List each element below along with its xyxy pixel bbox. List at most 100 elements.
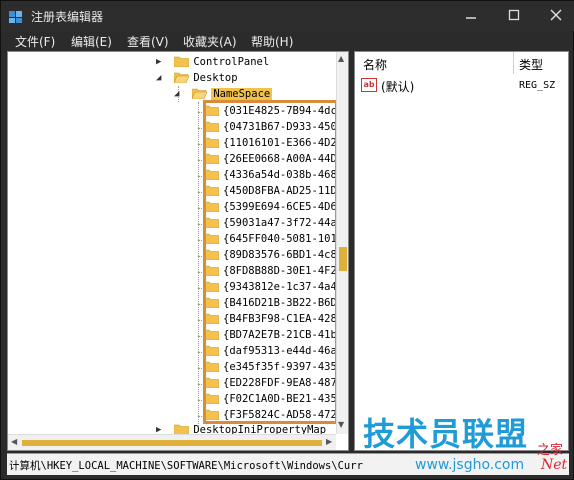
tree-item-label: {F3F5824C-AD58-472 [223, 409, 337, 421]
tree-item-guid[interactable]: {9343812e-1c37-4a4 [204, 280, 337, 296]
menu-view[interactable]: 查看(V) [127, 33, 169, 50]
menu-file[interactable]: 文件(F) [15, 33, 55, 50]
tree-item-guid[interactable]: {26EE0668-A00A-44D [204, 152, 337, 168]
tree-item-guid[interactable]: {e345f35f-9397-435 [204, 360, 337, 376]
tree-guide-line [198, 176, 204, 177]
tree-guide-line [198, 224, 204, 225]
horizontal-scroll-thumb[interactable] [22, 440, 322, 446]
folder-icon [204, 153, 219, 164]
tree-item-guid[interactable]: {daf95313-e44d-46a [204, 344, 337, 360]
tree-item-label: {5399E694-6CE5-4D6 [223, 201, 337, 213]
tree-guide-line [198, 272, 204, 273]
folder-icon [204, 105, 219, 116]
tree-item-label: {BD7A2E7B-21CB-41b [223, 329, 337, 341]
tree-item-guid[interactable]: {8FD8B88D-30E1-4F2 [204, 264, 337, 280]
tree-item-label: {B4FB3F98-C1EA-428 [223, 313, 337, 325]
registry-key-tree[interactable]: ▶ ControlPanel ◢ Desktop ◢ NameSpace {03… [7, 51, 349, 451]
tree-item-controlpanel[interactable]: ▶ ControlPanel [156, 55, 269, 71]
folder-icon [204, 265, 219, 276]
open-folder-icon [192, 88, 208, 99]
folder-icon [174, 56, 190, 67]
tree-item-guid[interactable]: {59031a47-3f72-44a [204, 216, 337, 232]
close-button[interactable] [541, 1, 571, 29]
tree-guide-line [198, 352, 204, 353]
tree-item-guid[interactable]: {F02C1A0D-BE21-435 [204, 392, 337, 408]
folder-icon [204, 345, 219, 356]
value-name: (默认) [381, 80, 415, 94]
tree-item-guid[interactable]: {B4FB3F98-C1EA-428 [204, 312, 337, 328]
scroll-right-arrow-icon[interactable]: ▶ [326, 437, 332, 446]
scroll-up-arrow-icon[interactable]: ▲ [338, 54, 344, 63]
tree-item-label: {9343812e-1c37-4a4 [223, 281, 337, 293]
scroll-down-arrow-icon[interactable]: ▼ [338, 420, 344, 429]
tree-item-label: {04731B67-D933-450 [223, 121, 337, 133]
folder-icon [204, 297, 219, 308]
tree-guide-line [198, 320, 204, 321]
tree-item-label: {8FD8B88D-30E1-4F2 [223, 265, 337, 277]
column-separator[interactable] [513, 52, 514, 74]
minimize-button[interactable] [456, 1, 486, 29]
tree-guide-line [198, 336, 204, 337]
registry-editor-window: 注册表编辑器 文件(F) 编辑(E) 查看(V) 收藏夹(A) 帮助(H) ▶ … [0, 0, 574, 480]
tree-item-guid[interactable]: {450D8FBA-AD25-11D [204, 184, 337, 200]
collapse-arrow-icon[interactable]: ◢ [174, 89, 184, 99]
expand-arrow-icon[interactable]: ▶ [156, 57, 166, 67]
folder-icon [204, 329, 219, 340]
menu-help[interactable]: 帮助(H) [251, 33, 293, 50]
tree-item-guid[interactable]: {ED228FDF-9EA8-487 [204, 376, 337, 392]
folder-icon [204, 377, 219, 388]
tree-item-label: Desktop [193, 72, 238, 84]
registry-values-list[interactable]: 名称 类型 ab (默认) REG_SZ [354, 51, 569, 451]
tree-horizontal-scrollbar[interactable]: ◀ ▶ [8, 434, 336, 450]
value-type: REG_SZ [519, 80, 556, 91]
tree-item-desktop[interactable]: ◢ Desktop [156, 71, 238, 87]
tree-item-label: {F02C1A0D-BE21-435 [223, 393, 337, 405]
folder-icon [204, 137, 219, 148]
tree-item-label: {645FF040-5081-101 [223, 233, 337, 245]
current-key-path: 计算机\HKEY_LOCAL_MACHINE\SOFTWARE\Microsof… [9, 460, 363, 472]
window-title: 注册表编辑器 [31, 10, 104, 24]
tree-item-guid[interactable]: {645FF040-5081-101 [204, 232, 337, 248]
tree-item-namespace[interactable]: ◢ NameSpace [174, 87, 273, 103]
tree-item-guid[interactable]: {89D83576-6BD1-4c8 [204, 248, 337, 264]
scroll-left-arrow-icon[interactable]: ◀ [11, 437, 17, 446]
tree-item-label: {26EE0668-A00A-44D [223, 153, 337, 165]
menu-bar: 文件(F) 编辑(E) 查看(V) 收藏夹(A) 帮助(H) [7, 31, 569, 51]
tree-item-label: {daf95313-e44d-46a [223, 345, 337, 357]
open-folder-icon [174, 72, 190, 83]
string-value-icon: ab [361, 78, 377, 92]
column-header-type[interactable]: 类型 [519, 56, 543, 73]
tree-vertical-scrollbar[interactable]: ▲ ▼ [336, 52, 348, 434]
folder-icon [204, 313, 219, 324]
regedit-icon [8, 8, 24, 24]
folder-icon [204, 121, 219, 132]
tree-guide-line [198, 128, 204, 129]
tree-guide-line [198, 240, 204, 241]
tree-item-guid[interactable]: {4336a54d-038b-468 [204, 168, 337, 184]
maximize-button[interactable] [499, 1, 529, 29]
vertical-scroll-thumb[interactable] [339, 247, 347, 271]
tree-item-guid[interactable]: {11016101-E366-4D2 [204, 136, 337, 152]
tree-item-label: {031E4825-7B94-4dc [223, 105, 337, 117]
tree-item-label: {e345f35f-9397-435 [223, 361, 337, 373]
title-bar[interactable]: 注册表编辑器 [1, 1, 574, 31]
tree-guide-line [198, 102, 199, 426]
menu-edit[interactable]: 编辑(E) [71, 33, 112, 50]
folder-icon [204, 217, 219, 228]
tree-item-guid[interactable]: {BD7A2E7B-21CB-41b [204, 328, 337, 344]
tree-guide-line [198, 416, 204, 417]
collapse-arrow-icon[interactable]: ◢ [156, 73, 166, 83]
tree-item-guid[interactable]: {B416D21B-3B22-B6D [204, 296, 337, 312]
tree-item-guid[interactable]: {031E4825-7B94-4dc [204, 104, 337, 120]
tree-guide-line [198, 160, 204, 161]
menu-favorites[interactable]: 收藏夹(A) [183, 33, 237, 50]
tree-guide-line [198, 368, 204, 369]
column-header-name[interactable]: 名称 [363, 56, 387, 73]
tree-item-guid[interactable]: {F3F5824C-AD58-472 [204, 408, 337, 424]
tree-item-guid[interactable]: {04731B67-D933-450 [204, 120, 337, 136]
folder-icon [204, 361, 219, 372]
tree-item-guid[interactable]: {5399E694-6CE5-4D6 [204, 200, 337, 216]
tree-item-label: {4336a54d-038b-468 [223, 169, 337, 181]
folder-icon [204, 233, 219, 244]
folder-icon [204, 201, 219, 212]
